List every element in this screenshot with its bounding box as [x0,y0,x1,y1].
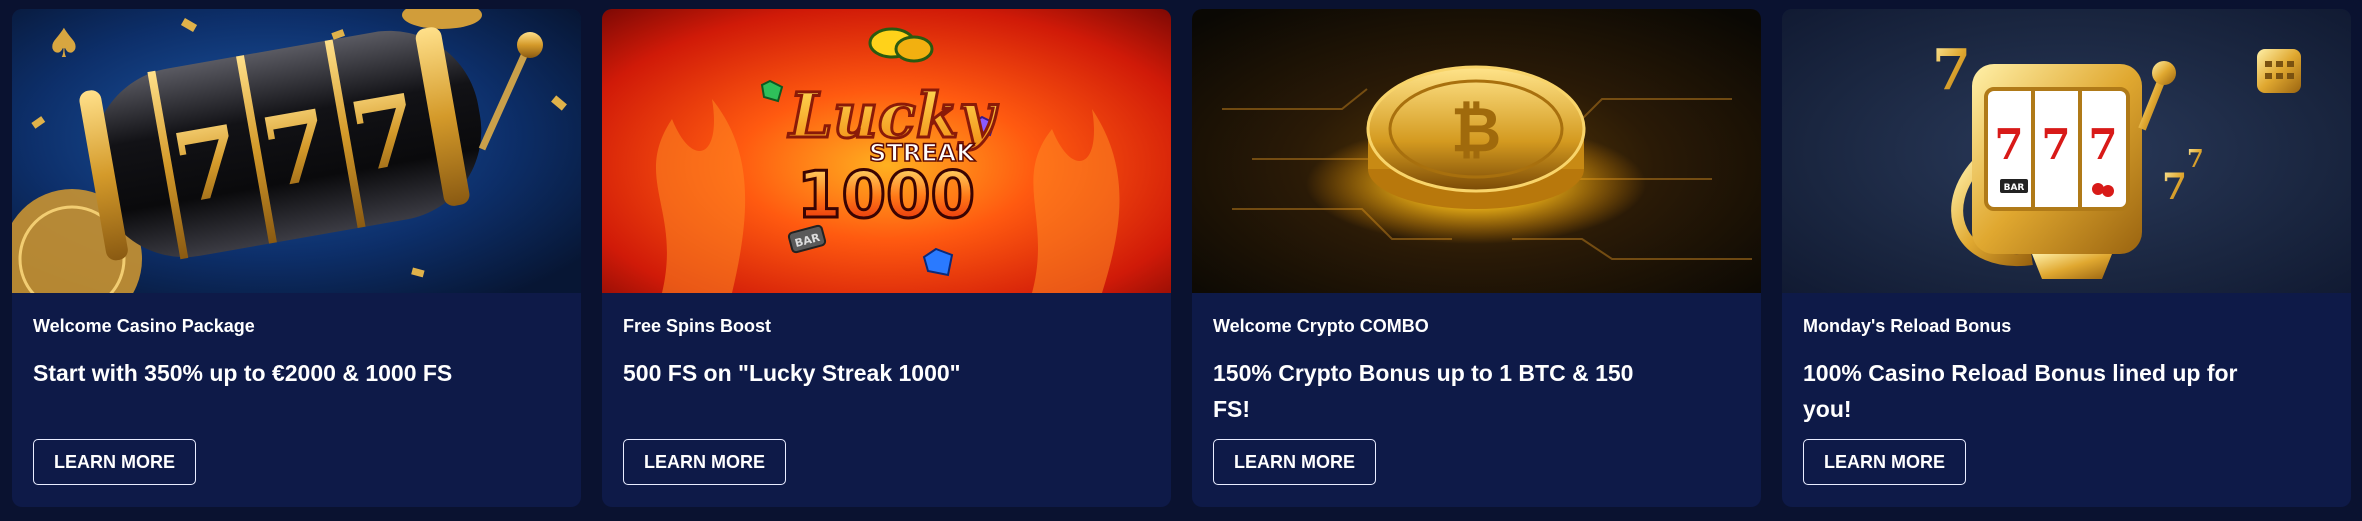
promo-category: Welcome Casino Package [33,316,255,336]
promo-card-free-spins[interactable]: Lucky STREAK 1000 BAR Free Spins Boost 5… [602,9,1171,507]
bitcoin-coin-image: ₿ [1192,9,1761,293]
promo-card-row: ♠ 7 7 7 Welcome Casino Package Start wit… [12,9,2351,507]
promo-card-crypto[interactable]: ₿ Welcome Crypto COMBO 150% Crypto Bonus… [1192,9,1761,507]
svg-text:7: 7 [1994,120,2023,169]
svg-text:7: 7 [2187,144,2204,173]
promo-category: Free Spins Boost [623,316,772,336]
promo-banner-slot-777[interactable]: ♠ 7 7 7 [12,9,581,293]
svg-text:7: 7 [2088,120,2117,169]
promo-headline: 150% Crypto Bonus up to 1 BTC & 150 FS! [1213,360,1634,422]
svg-text:₿: ₿ [1451,93,1502,166]
learn-more-button[interactable]: LEARN MORE [623,439,786,485]
golden-slot-machine-image: 7 7 7 7 7 7 BAR [1782,9,2351,293]
bar-badge-text: BAR [2004,183,2025,193]
learn-more-button[interactable]: LEARN MORE [1803,439,1966,485]
promo-category: Welcome Crypto COMBO [1213,316,1429,336]
promo-card-monday-reload[interactable]: 7 7 7 7 7 7 BAR Monday's Reload Bonus 10… [1782,9,2351,507]
promo-banner-reload-slot[interactable]: 7 7 7 7 7 7 BAR [1782,9,2351,293]
promo-category: Monday's Reload Bonus [1803,316,2012,336]
learn-more-button[interactable]: LEARN MORE [33,439,196,485]
svg-text:7: 7 [2041,120,2070,169]
learn-more-button[interactable]: LEARN MORE [1213,439,1376,485]
thousand-title-text: 1000 [797,159,975,233]
promo-headline: 500 FS on "Lucky Streak 1000" [623,360,961,386]
promo-headline: 100% Casino Reload Bonus lined up for yo… [1803,360,2238,422]
svg-text:♠: ♠ [46,21,82,67]
promo-banner-bitcoin[interactable]: ₿ [1192,9,1761,293]
svg-text:7: 7 [2162,166,2187,208]
lucky-streak-fire-image: Lucky STREAK 1000 BAR [602,9,1171,293]
slot-machine-777-image: ♠ 7 7 7 [12,9,581,293]
promo-headline: Start with 350% up to €2000 & 1000 FS [33,360,453,386]
promo-card-welcome-casino[interactable]: ♠ 7 7 7 Welcome Casino Package Start wit… [12,9,581,507]
svg-text:7: 7 [1932,37,1971,103]
promo-banner-lucky-streak[interactable]: Lucky STREAK 1000 BAR [602,9,1171,293]
